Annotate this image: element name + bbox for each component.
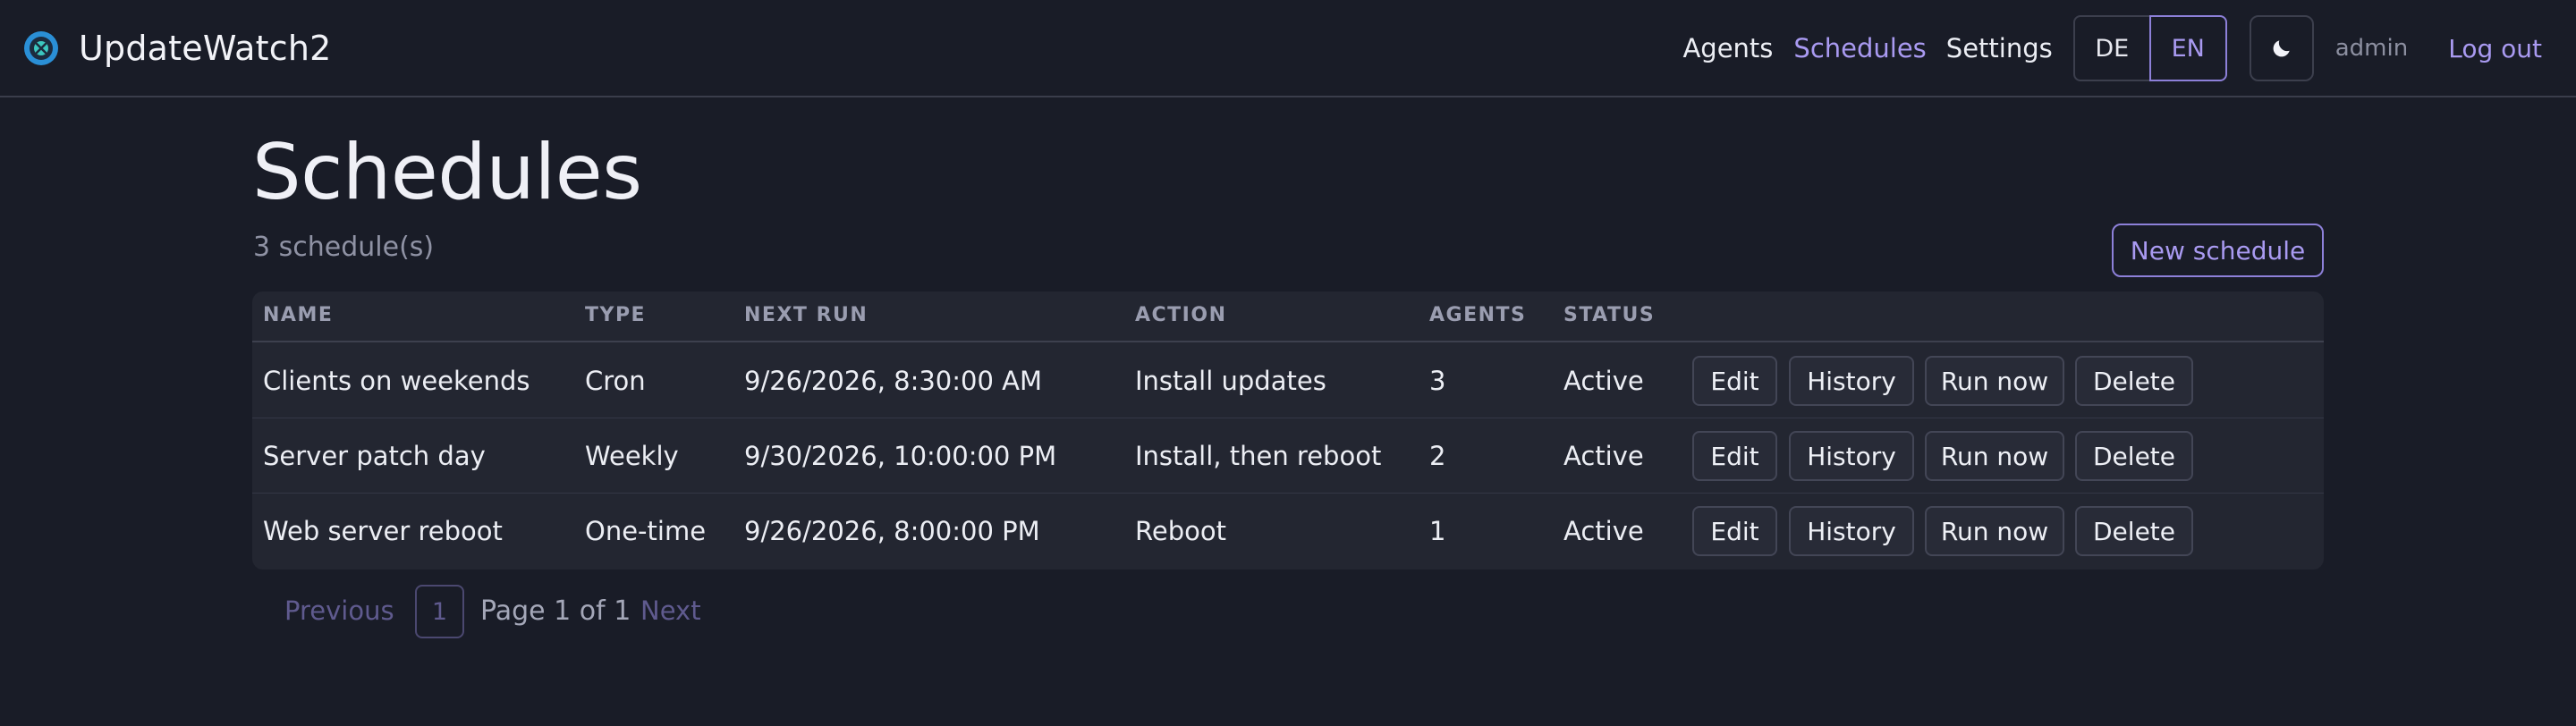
run-now-button[interactable]: Run now bbox=[1925, 431, 2064, 481]
run-now-button[interactable]: Run now bbox=[1925, 356, 2064, 406]
cell-agents: 1 bbox=[1429, 516, 1446, 546]
table-row: Web server reboot One-time 9/26/2026, 8:… bbox=[252, 494, 2324, 569]
schedule-count: 3 schedule(s) bbox=[253, 232, 435, 263]
cell-action: Install, then reboot bbox=[1135, 441, 1382, 471]
cell-agents: 3 bbox=[1429, 366, 1446, 396]
cell-action: Install updates bbox=[1135, 366, 1326, 396]
page-info: Page 1 of 1 bbox=[480, 595, 631, 627]
history-button[interactable]: History bbox=[1789, 356, 1914, 406]
cell-next-run: 9/30/2026, 10:00:00 PM bbox=[744, 441, 1057, 471]
header-agents[interactable]: AGENTS bbox=[1429, 304, 1526, 326]
table-row: Clients on weekends Cron 9/26/2026, 8:30… bbox=[252, 343, 2324, 418]
header-name[interactable]: NAME bbox=[263, 304, 333, 326]
language-switcher: DE EN bbox=[2072, 15, 2227, 81]
schedules-table: NAME TYPE NEXT RUN ACTION AGENTS STATUS … bbox=[252, 291, 2324, 570]
app-name: UpdateWatch2 bbox=[79, 28, 332, 68]
username-label: admin bbox=[2334, 35, 2409, 62]
header-type[interactable]: TYPE bbox=[585, 304, 646, 326]
main-nav: Agents Schedules Settings DE EN admin Lo… bbox=[1682, 0, 2576, 97]
cell-agents: 2 bbox=[1429, 441, 1446, 471]
nav-link-agents[interactable]: Agents bbox=[1682, 33, 1773, 63]
table-header: NAME TYPE NEXT RUN ACTION AGENTS STATUS bbox=[252, 291, 2324, 342]
cell-status: Active bbox=[1563, 441, 1644, 471]
edit-button[interactable]: Edit bbox=[1692, 431, 1777, 481]
top-navbar: UpdateWatch2 Agents Schedules Settings D… bbox=[0, 0, 2576, 97]
table-row: Server patch day Weekly 9/30/2026, 10:00… bbox=[252, 418, 2324, 494]
history-button[interactable]: History bbox=[1789, 506, 1914, 556]
previous-page-link[interactable]: Previous bbox=[284, 595, 394, 626]
cell-type: Cron bbox=[585, 366, 646, 396]
moon-icon bbox=[2273, 40, 2290, 57]
cell-next-run: 9/26/2026, 8:00:00 PM bbox=[744, 516, 1040, 546]
lang-de-button[interactable]: DE bbox=[2072, 15, 2151, 81]
logout-link[interactable]: Log out bbox=[2448, 34, 2542, 63]
page-title: Schedules bbox=[252, 128, 642, 217]
delete-button[interactable]: Delete bbox=[2075, 506, 2193, 556]
cell-name: Server patch day bbox=[263, 441, 486, 471]
nav-link-schedules[interactable]: Schedules bbox=[1793, 33, 1926, 63]
cell-action: Reboot bbox=[1135, 516, 1226, 546]
cell-name: Clients on weekends bbox=[263, 366, 530, 396]
header-status[interactable]: STATUS bbox=[1563, 304, 1655, 326]
pagination: Previous 1 Page 1 of 1 Next bbox=[252, 585, 1147, 638]
cell-status: Active bbox=[1563, 366, 1644, 396]
new-schedule-button[interactable]: New schedule bbox=[2112, 224, 2324, 277]
logo-icon bbox=[24, 30, 58, 65]
lang-en-button[interactable]: EN bbox=[2148, 15, 2227, 81]
page-number-button[interactable]: 1 bbox=[415, 585, 464, 638]
brand[interactable]: UpdateWatch2 bbox=[23, 29, 332, 68]
delete-button[interactable]: Delete bbox=[2075, 431, 2193, 481]
header-action[interactable]: ACTION bbox=[1135, 304, 1226, 326]
theme-toggle-button[interactable] bbox=[2249, 15, 2314, 81]
cell-name: Web server reboot bbox=[263, 516, 503, 546]
cell-type: Weekly bbox=[585, 441, 679, 471]
delete-button[interactable]: Delete bbox=[2075, 356, 2193, 406]
cell-next-run: 9/26/2026, 8:30:00 AM bbox=[744, 366, 1043, 396]
history-button[interactable]: History bbox=[1789, 431, 1914, 481]
run-now-button[interactable]: Run now bbox=[1925, 506, 2064, 556]
nav-link-settings[interactable]: Settings bbox=[1946, 33, 2053, 63]
edit-button[interactable]: Edit bbox=[1692, 356, 1777, 406]
header-next-run[interactable]: NEXT RUN bbox=[744, 304, 868, 326]
edit-button[interactable]: Edit bbox=[1692, 506, 1777, 556]
next-page-link[interactable]: Next bbox=[640, 595, 701, 626]
cell-status: Active bbox=[1563, 516, 1644, 546]
cell-type: One-time bbox=[585, 516, 707, 546]
